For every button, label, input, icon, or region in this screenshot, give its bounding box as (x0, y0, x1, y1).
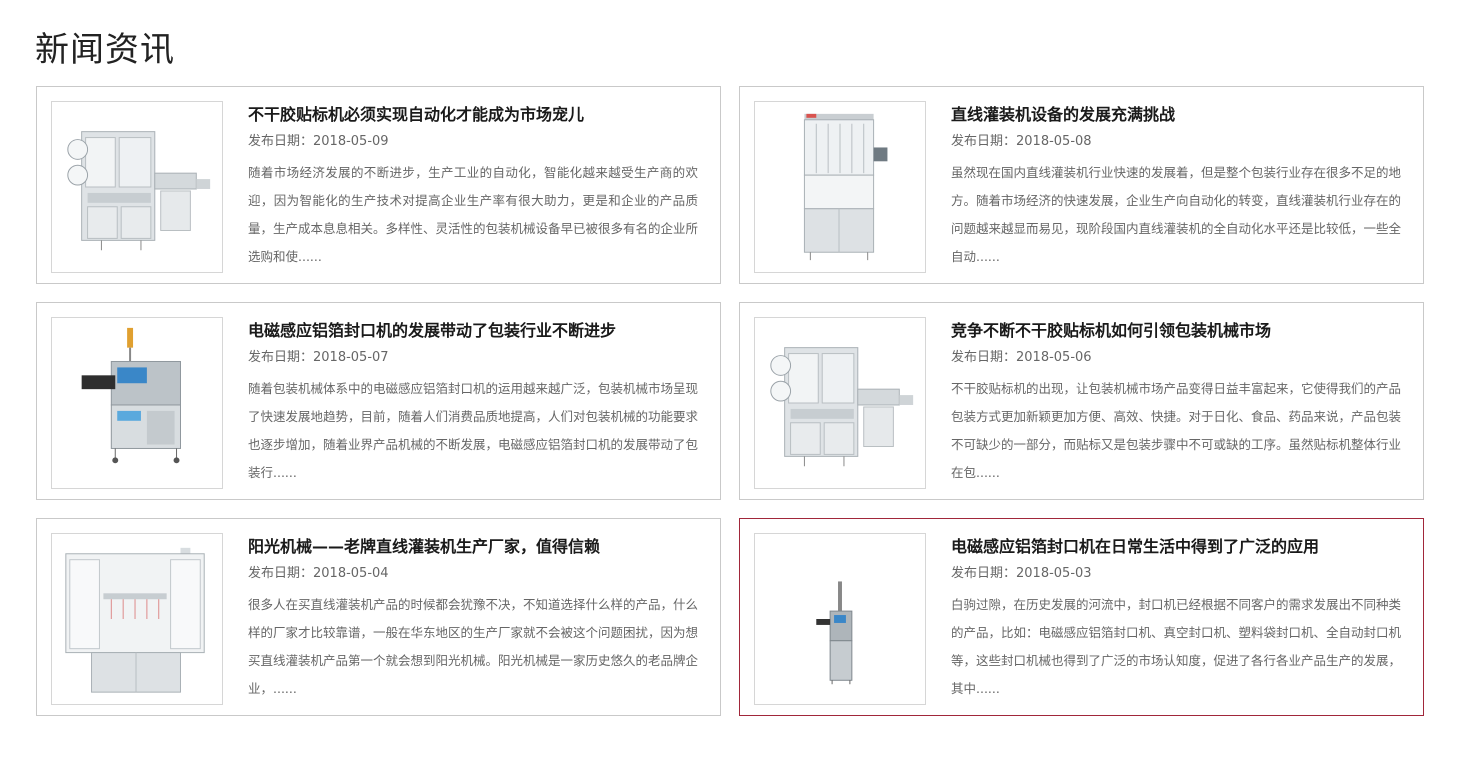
news-date: 发布日期：2018-05-04 (248, 566, 389, 581)
news-thumbnail[interactable] (754, 533, 926, 705)
news-thumbnail[interactable] (754, 101, 926, 273)
news-summary: 白驹过隙，在历史发展的河流中，封口机已经根据不同客户的需求发展出不同种类的产品，… (951, 597, 1401, 696)
news-thumbnail[interactable] (51, 101, 223, 273)
news-title[interactable]: 不干胶贴标机必须实现自动化才能成为市场宠儿 (248, 104, 708, 126)
news-date: 发布日期：2018-05-07 (248, 350, 389, 365)
news-card[interactable]: 电磁感应铝箔封口机的发展带动了包装行业不断进步 发布日期：2018-05-07 … (36, 302, 721, 500)
news-title[interactable]: 阳光机械——老牌直线灌装机生产厂家，值得信赖 (248, 536, 708, 558)
sealing-machine-image (81, 327, 181, 464)
news-card[interactable]: 直线灌装机设备的发展充满挑战 发布日期：2018-05-08 虽然现在国内直线灌… (739, 86, 1424, 284)
news-title[interactable]: 竞争不断不干胶贴标机如何引领包装机械市场 (951, 320, 1411, 342)
labeling-machine-image (67, 131, 211, 251)
news-card[interactable]: 竞争不断不干胶贴标机如何引领包装机械市场 发布日期：2018-05-06 不干胶… (739, 302, 1424, 500)
news-card[interactable]: 不干胶贴标机必须实现自动化才能成为市场宠儿 发布日期：2018-05-09 随着… (36, 86, 721, 284)
labeling-machine-image (770, 347, 914, 467)
news-date: 发布日期：2018-05-06 (951, 350, 1092, 365)
news-title[interactable]: 直线灌装机设备的发展充满挑战 (951, 104, 1411, 126)
news-title[interactable]: 电磁感应铝箔封口机在日常生活中得到了广泛的应用 (951, 536, 1411, 558)
news-card[interactable]: 阳光机械——老牌直线灌装机生产厂家，值得信赖 发布日期：2018-05-04 很… (36, 518, 721, 716)
news-card-active[interactable]: 电磁感应铝箔封口机在日常生活中得到了广泛的应用 发布日期：2018-05-03 … (739, 518, 1424, 716)
sealing-machine-image (816, 581, 853, 685)
news-summary: 虽然现在国内直线灌装机行业快速的发展着，但是整个包装行业存在很多不足的地方。随着… (951, 165, 1401, 264)
news-thumbnail[interactable] (51, 533, 223, 705)
news-summary: 随着包装机械体系中的电磁感应铝箔封口机的运用越来越广泛，包装机械市场呈现了快速发… (248, 381, 698, 480)
news-summary: 很多人在买直线灌装机产品的时候都会犹豫不决，不知道选择什么样的产品，什么样的厂家… (248, 597, 698, 696)
news-thumbnail[interactable] (754, 317, 926, 489)
news-title[interactable]: 电磁感应铝箔封口机的发展带动了包装行业不断进步 (248, 320, 708, 342)
news-summary: 不干胶贴标机的出现，让包装机械市场产品变得日益丰富起来，它使得我们的产品包装方式… (951, 381, 1401, 480)
filling-cabinet-image (65, 547, 205, 693)
filling-machine-image (803, 113, 888, 261)
page-title: 新闻资讯 (35, 30, 175, 70)
news-date: 发布日期：2018-05-03 (951, 566, 1092, 581)
news-thumbnail[interactable] (51, 317, 223, 489)
news-summary: 随着市场经济发展的不断进步，生产工业的自动化，智能化越来越受生产商的欢迎，因为智… (248, 165, 698, 264)
news-date: 发布日期：2018-05-08 (951, 134, 1092, 149)
news-date: 发布日期：2018-05-09 (248, 134, 389, 149)
